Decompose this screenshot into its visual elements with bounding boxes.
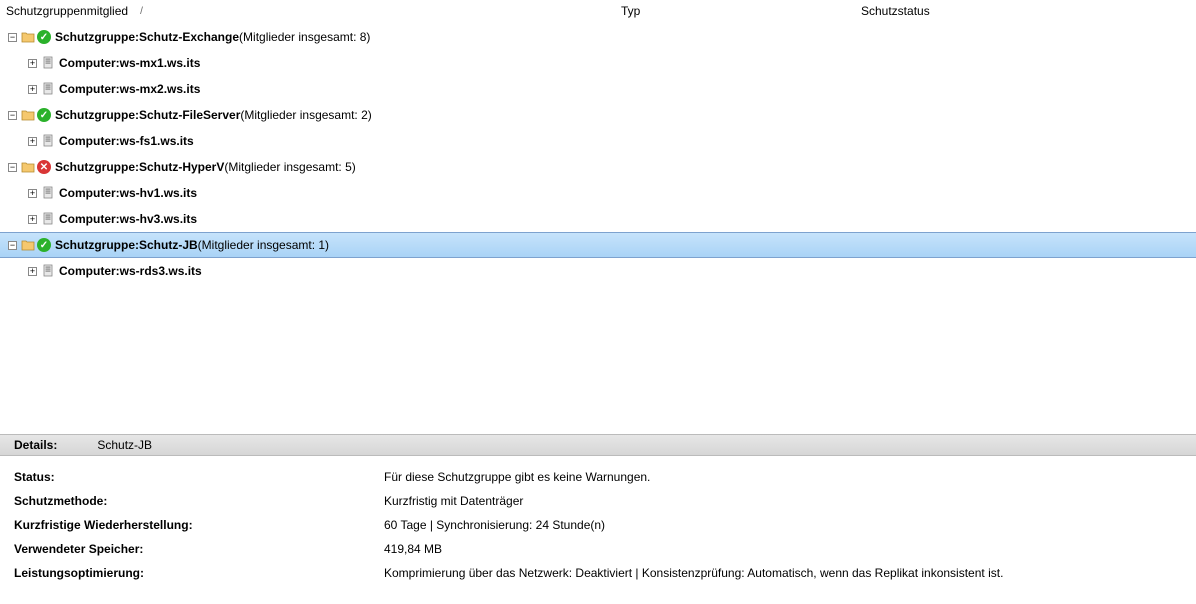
detail-row: Verwendeter Speicher:419,84 MB [14, 542, 1182, 556]
computer-row[interactable]: + Computer: ws-mx2.ws.its [0, 76, 1196, 102]
details-header-label: Details: [14, 438, 57, 452]
detail-row: Kurzfristige Wiederherstellung:60 Tage |… [14, 518, 1182, 532]
details-header-name: Schutz-JB [97, 438, 152, 452]
status-ok-icon: ✓ [37, 108, 51, 122]
group-prefix: Schutzgruppe: [55, 108, 139, 122]
column-label: Schutzgruppenmitglied [6, 4, 128, 18]
computer-name: ws-mx2.ws.its [120, 82, 201, 96]
column-label: Typ [621, 4, 640, 18]
computer-prefix: Computer: [59, 82, 120, 96]
computer-name: ws-hv1.ws.its [120, 186, 197, 200]
detail-value: Für diese Schutzgruppe gibt es keine War… [384, 470, 1182, 484]
expand-toggle-icon[interactable]: + [28, 85, 37, 94]
detail-row: Leistungsoptimierung:Komprimierung über … [14, 566, 1182, 580]
computer-name: ws-fs1.ws.its [120, 134, 194, 148]
group-name: Schutz-Exchange [139, 30, 239, 44]
sort-indicator-icon: / [140, 6, 143, 17]
computer-prefix: Computer: [59, 264, 120, 278]
expand-toggle-icon[interactable]: + [28, 215, 37, 224]
computer-icon [41, 56, 55, 70]
computer-name: ws-mx1.ws.its [120, 56, 201, 70]
detail-label: Verwendeter Speicher: [14, 542, 384, 556]
computer-icon [41, 212, 55, 226]
expand-toggle-icon[interactable]: − [8, 111, 17, 120]
status-ok-icon: ✓ [37, 30, 51, 44]
detail-label: Status: [14, 470, 384, 484]
computer-row[interactable]: + Computer: ws-mx1.ws.its [0, 50, 1196, 76]
details-panel: Details: Schutz-JB Status:Für diese Schu… [0, 434, 1196, 604]
computer-icon [41, 134, 55, 148]
detail-label: Schutzmethode: [14, 494, 384, 508]
status-ok-icon: ✓ [37, 238, 51, 252]
expand-toggle-icon[interactable]: − [8, 241, 17, 250]
expand-toggle-icon[interactable]: + [28, 137, 37, 146]
column-header-type[interactable]: Typ [621, 4, 861, 18]
group-member-count: (Mitglieder insgesamt: 1) [198, 238, 329, 252]
group-member-count: (Mitglieder insgesamt: 2) [240, 108, 371, 122]
expand-toggle-icon[interactable]: + [28, 267, 37, 276]
protection-group-tree: − ✓ Schutzgruppe: Schutz-Exchange (Mitglie… [0, 24, 1196, 284]
column-headers: Schutzgruppenmitglied / Typ Schutzstatus [0, 0, 1196, 22]
computer-icon [41, 186, 55, 200]
detail-value: 60 Tage | Synchronisierung: 24 Stunde(n) [384, 518, 1182, 532]
computer-prefix: Computer: [59, 134, 120, 148]
column-header-status[interactable]: Schutzstatus [861, 4, 1061, 18]
expand-toggle-icon[interactable]: + [28, 59, 37, 68]
group-member-count: (Mitglieder insgesamt: 8) [239, 30, 370, 44]
computer-prefix: Computer: [59, 186, 120, 200]
detail-label: Leistungsoptimierung: [14, 566, 384, 580]
protection-group-row[interactable]: − ✓ Schutzgruppe: Schutz-Exchange (Mitglie… [0, 24, 1196, 50]
folder-icon [21, 31, 35, 43]
detail-value: Kurzfristig mit Datenträger [384, 494, 1182, 508]
group-prefix: Schutzgruppe: [55, 30, 139, 44]
expand-toggle-icon[interactable]: + [28, 189, 37, 198]
expand-toggle-icon[interactable]: − [8, 33, 17, 42]
group-name: Schutz-FileServer [139, 108, 240, 122]
protection-group-row[interactable]: − ✕ Schutzgruppe: Schutz-HyperV (Mitgliede… [0, 154, 1196, 180]
computer-row[interactable]: + Computer: ws-fs1.ws.its [0, 128, 1196, 154]
computer-name: ws-rds3.ws.its [120, 264, 202, 278]
group-name: Schutz-JB [139, 238, 198, 252]
computer-row[interactable]: + Computer: ws-rds3.ws.its [0, 258, 1196, 284]
detail-label: Kurzfristige Wiederherstellung: [14, 518, 384, 532]
folder-icon [21, 239, 35, 251]
expand-toggle-icon[interactable]: − [8, 163, 17, 172]
detail-value: 419,84 MB [384, 542, 1182, 556]
group-prefix: Schutzgruppe: [55, 238, 139, 252]
computer-icon [41, 264, 55, 278]
computer-row[interactable]: + Computer: ws-hv1.ws.its [0, 180, 1196, 206]
group-name: Schutz-HyperV [139, 160, 224, 174]
status-error-icon: ✕ [37, 160, 51, 174]
group-prefix: Schutzgruppe: [55, 160, 139, 174]
column-label: Schutzstatus [861, 4, 930, 18]
protection-group-row[interactable]: − ✓ Schutzgruppe: Schutz-JB (Mitglieder in… [0, 232, 1196, 258]
column-header-member[interactable]: Schutzgruppenmitglied / [6, 4, 621, 18]
details-body: Status:Für diese Schutzgruppe gibt es ke… [0, 456, 1196, 604]
computer-prefix: Computer: [59, 56, 120, 70]
detail-row: Status:Für diese Schutzgruppe gibt es ke… [14, 470, 1182, 484]
computer-prefix: Computer: [59, 212, 120, 226]
group-member-count: (Mitglieder insgesamt: 5) [224, 160, 355, 174]
detail-value: Komprimierung über das Netzwerk: Deaktiv… [384, 566, 1182, 580]
folder-icon [21, 109, 35, 121]
protection-group-row[interactable]: − ✓ Schutzgruppe: Schutz-FileServer (Mitgl… [0, 102, 1196, 128]
detail-row: Schutzmethode:Kurzfristig mit Datenträge… [14, 494, 1182, 508]
computer-name: ws-hv3.ws.its [120, 212, 197, 226]
details-header: Details: Schutz-JB [0, 434, 1196, 456]
computer-icon [41, 82, 55, 96]
computer-row[interactable]: + Computer: ws-hv3.ws.its [0, 206, 1196, 232]
folder-icon [21, 161, 35, 173]
